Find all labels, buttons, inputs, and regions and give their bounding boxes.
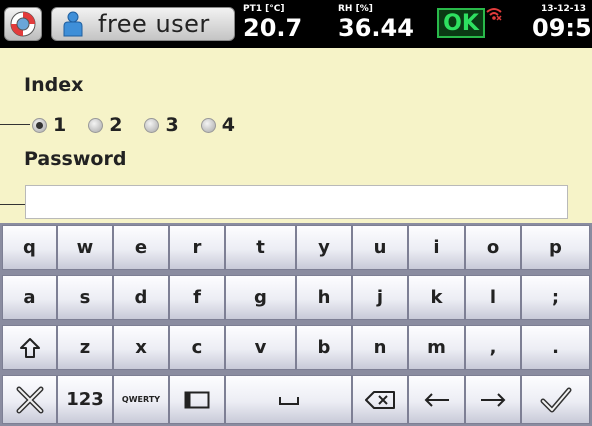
key-o[interactable]: o xyxy=(465,225,521,270)
key-k[interactable]: k xyxy=(408,275,465,320)
space-icon xyxy=(278,396,299,405)
key-n[interactable]: n xyxy=(352,325,408,370)
key-comma[interactable]: , xyxy=(465,325,521,370)
numeric-mode-key[interactable]: 123 xyxy=(57,375,113,424)
cancel-key[interactable] xyxy=(2,375,57,424)
radio-unchecked-icon xyxy=(200,117,216,133)
cursor-left-key[interactable] xyxy=(408,375,465,424)
space-key[interactable] xyxy=(225,375,352,424)
login-form: Index 1 2 3 4 Password xyxy=(0,48,592,223)
help-button[interactable] xyxy=(4,7,42,41)
password-leader-line xyxy=(0,204,25,205)
key-r[interactable]: r xyxy=(169,225,225,270)
backspace-icon xyxy=(365,390,395,409)
arrow-left-icon xyxy=(424,392,449,407)
index-option-4[interactable]: 4 xyxy=(200,114,235,136)
user-button[interactable]: free user xyxy=(51,7,235,41)
index-option-label: 2 xyxy=(109,114,123,136)
key-m[interactable]: m xyxy=(408,325,465,370)
arrow-right-icon xyxy=(481,392,506,407)
key-g[interactable]: g xyxy=(225,275,296,320)
humidity-readout: RH [%] 36.44 xyxy=(338,4,414,42)
key-l[interactable]: l xyxy=(465,275,521,320)
humidity-value: 36.44 xyxy=(338,14,414,42)
window-icon xyxy=(184,391,210,408)
radio-unchecked-icon xyxy=(144,117,160,133)
key-u[interactable]: u xyxy=(352,225,408,270)
temperature-label: PT1 [°C] xyxy=(243,4,285,14)
user-icon xyxy=(63,11,83,37)
index-option-label: 4 xyxy=(221,114,235,136)
key-v[interactable]: v xyxy=(225,325,296,370)
index-leader-line xyxy=(0,124,30,125)
key-z[interactable]: z xyxy=(57,325,113,370)
key-f[interactable]: f xyxy=(169,275,225,320)
index-option-label: 1 xyxy=(53,114,67,136)
key-p[interactable]: p xyxy=(521,225,590,270)
shift-key[interactable] xyxy=(2,325,57,370)
key-h[interactable]: h xyxy=(296,275,352,320)
key-period[interactable]: . xyxy=(521,325,590,370)
key-t[interactable]: t xyxy=(225,225,296,270)
temperature-readout: PT1 [°C] 20.7 xyxy=(243,4,302,42)
key-q[interactable]: q xyxy=(2,225,57,270)
status-bar: free user PT1 [°C] 20.7 RH [%] 36.44 OK … xyxy=(0,0,592,48)
user-label: free user xyxy=(98,10,210,38)
index-radio-group: 1 2 3 4 xyxy=(32,114,257,136)
layout-mode-key[interactable]: QWERTY xyxy=(113,375,169,424)
status-badge: OK xyxy=(437,8,485,38)
shift-icon xyxy=(19,337,40,358)
key-s[interactable]: s xyxy=(57,275,113,320)
key-i[interactable]: i xyxy=(408,225,465,270)
password-label: Password xyxy=(24,148,127,170)
key-e[interactable]: e xyxy=(113,225,169,270)
key-a[interactable]: a xyxy=(2,275,57,320)
key-d[interactable]: d xyxy=(113,275,169,320)
index-label: Index xyxy=(24,74,84,96)
password-input[interactable] xyxy=(25,185,568,219)
confirm-key[interactable] xyxy=(521,375,590,424)
index-option-label: 3 xyxy=(165,114,179,136)
key-c[interactable]: c xyxy=(169,325,225,370)
key-w[interactable]: w xyxy=(57,225,113,270)
window-key[interactable] xyxy=(169,375,225,424)
index-option-2[interactable]: 2 xyxy=(88,114,122,136)
key-y[interactable]: y xyxy=(296,225,352,270)
lifebuoy-icon xyxy=(10,11,36,37)
index-option-1[interactable]: 1 xyxy=(32,114,66,136)
key-b[interactable]: b xyxy=(296,325,352,370)
key-x[interactable]: x xyxy=(113,325,169,370)
datetime-readout: 13-12-13 09:55 xyxy=(532,4,592,42)
checkmark-icon xyxy=(540,387,571,412)
index-option-3[interactable]: 3 xyxy=(144,114,179,136)
onscreen-keyboard: q w e r t y u i o p a s d f g h j k l ; … xyxy=(0,223,592,426)
radio-unchecked-icon xyxy=(88,117,104,133)
key-j[interactable]: j xyxy=(352,275,408,320)
radio-checked-icon xyxy=(32,117,47,133)
key-semicolon[interactable]: ; xyxy=(521,275,590,320)
date-label: 13-12-13 xyxy=(540,4,586,14)
backspace-key[interactable] xyxy=(352,375,408,424)
cursor-right-key[interactable] xyxy=(465,375,521,424)
time-value: 09:55 xyxy=(532,14,592,42)
temperature-value: 20.7 xyxy=(243,14,303,42)
close-icon xyxy=(16,386,43,413)
humidity-label: RH [%] xyxy=(338,4,373,14)
wifi-disconnected-icon xyxy=(486,8,502,21)
